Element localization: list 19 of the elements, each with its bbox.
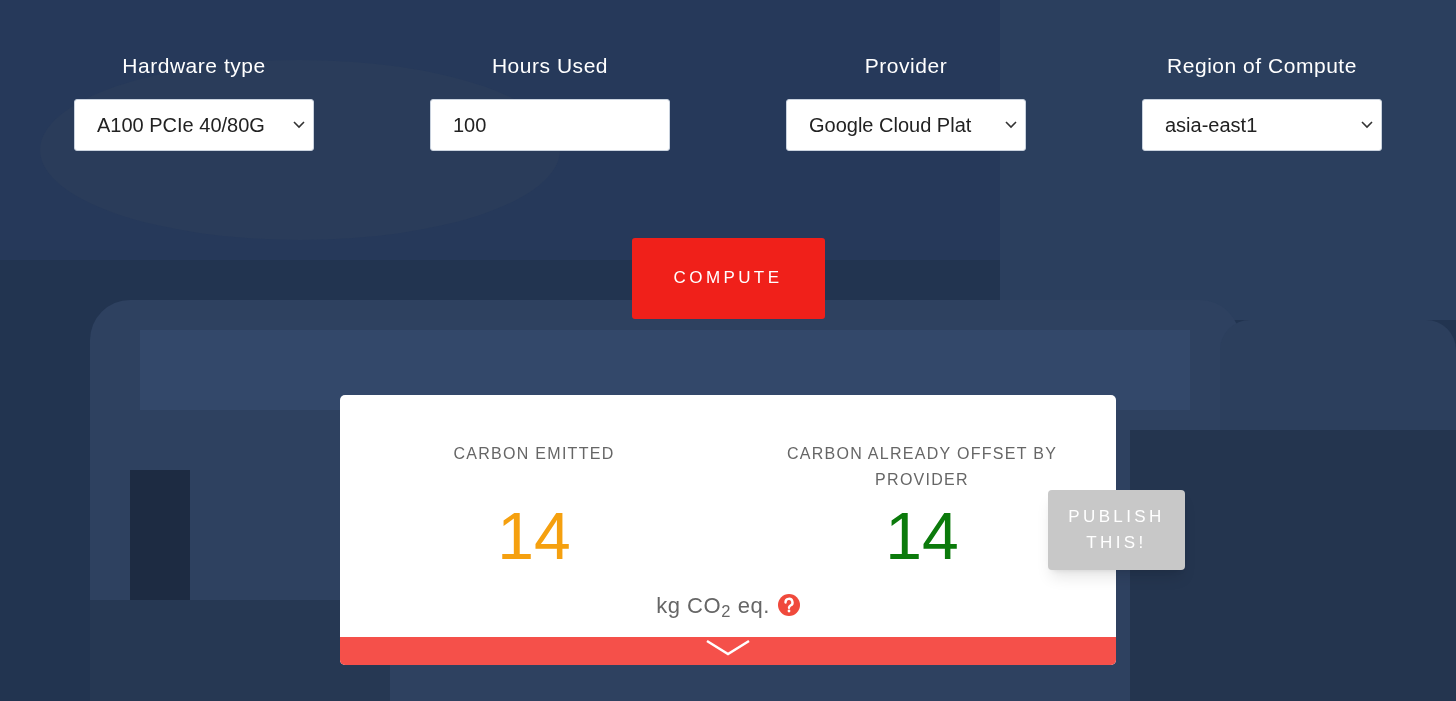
chevron-down-icon — [1361, 120, 1373, 129]
result-value: 14 — [885, 500, 959, 571]
help-icon[interactable] — [777, 594, 800, 616]
field-label: Hours Used — [491, 53, 609, 79]
dropdown[interactable]: asia-east1 — [1142, 98, 1382, 151]
field-label: Provider — [864, 53, 948, 79]
field-label: Region of Compute — [1167, 53, 1357, 79]
input-field[interactable]: 100 — [430, 98, 670, 151]
result-title: CARBON ALREADY OFFSET BY PROVIDER — [785, 443, 1059, 490]
unit-label: kg CO$_{2}$ eq. — [656, 591, 770, 622]
result-value: 14 — [497, 500, 571, 571]
dropdown[interactable]: A100 PCIe 40/80G — [74, 98, 314, 151]
chevron-down-icon — [1005, 120, 1017, 129]
result-title: CARBON EMITTED — [452, 443, 616, 464]
chevron-down-icon — [293, 120, 305, 129]
dropdown[interactable]: Google Cloud Plat — [786, 98, 1026, 151]
field-label: Hardware type — [122, 53, 266, 79]
expand-bar[interactable] — [340, 636, 1116, 665]
compute-button[interactable]: COMPUTE — [631, 237, 825, 319]
